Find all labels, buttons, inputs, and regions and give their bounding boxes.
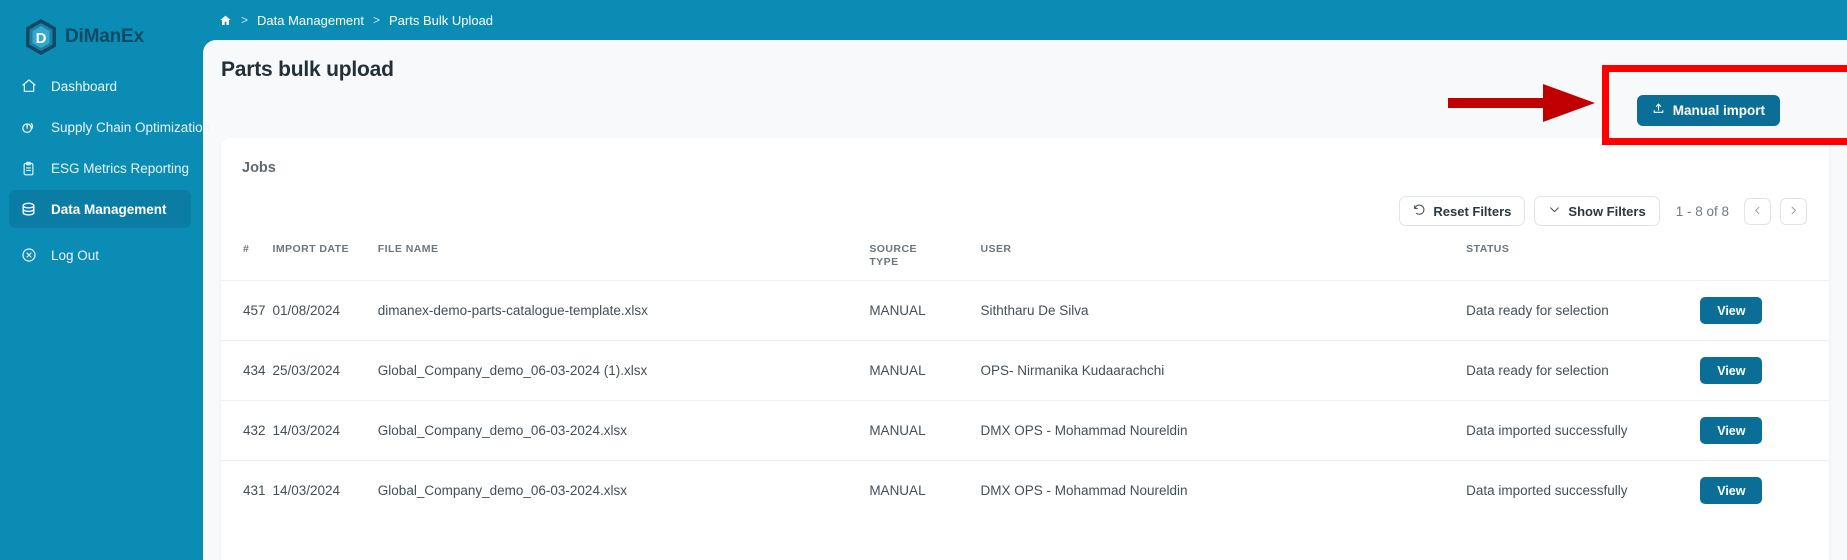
cell-number: 457 (221, 280, 273, 341)
cell-source-type: MANUAL (869, 460, 981, 520)
chevron-down-icon (1548, 203, 1561, 219)
jobs-table-head: # IMPORT DATE FILE NAME SOURCE TYPE USER … (221, 243, 1829, 281)
sidebar-item-label: Data Management (51, 201, 167, 217)
cell-source-type: MANUAL (869, 340, 981, 401)
view-button[interactable]: View (1700, 477, 1763, 504)
manual-import-label: Manual import (1672, 102, 1765, 118)
column-header-user: USER (980, 243, 1012, 255)
sidebar-item-dashboard[interactable]: Dashboard (0, 68, 200, 104)
chevron-right-icon (1788, 204, 1799, 219)
jobs-card: Jobs Reset Filters Show Filters 1 - 8 of… (221, 138, 1829, 560)
chevron-left-icon (1752, 204, 1763, 219)
column-header-import-date: IMPORT DATE (272, 243, 349, 255)
cell-source-type: MANUAL (869, 280, 981, 341)
cell-file-name: Global_Company_demo_06-03-2024.xlsx (377, 460, 870, 520)
table-row: 457 01/08/2024 dimanex-demo-parts-catalogu… (221, 280, 1829, 341)
main-area: > Data Management > Parts Bulk Upload Pa… (200, 0, 1847, 560)
column-header-file-name: FILE NAME (377, 243, 439, 255)
cell-import-date: 01/08/2024 (272, 280, 378, 341)
page-action-bar: Manual import (203, 82, 1847, 138)
column-header-status: STATUS (1466, 243, 1510, 255)
column-header-actions (1700, 243, 1829, 281)
cell-user: DMX OPS - Mohammad Noureldin (980, 460, 1467, 520)
jobs-table-body: 457 01/08/2024 dimanex-demo-parts-catalogu… (221, 280, 1829, 520)
page-title: Parts bulk upload (221, 58, 394, 81)
table-row: 431 14/03/2024 Global_Company_demo_06-03-2… (221, 460, 1829, 520)
reset-filters-button[interactable]: Reset Filters (1399, 196, 1526, 226)
breadcrumb-separator: > (372, 13, 380, 27)
breadcrumb: > Data Management > Parts Bulk Upload (200, 0, 1847, 40)
view-button[interactable]: View (1700, 417, 1763, 444)
sidebar-item-data-management[interactable]: Data Management (9, 190, 191, 228)
cell-number: 434 (221, 340, 273, 401)
home-icon (20, 78, 37, 95)
logout-circle-icon (20, 247, 37, 264)
pagination-next-button[interactable] (1780, 197, 1807, 225)
cell-number: 432 (221, 400, 273, 461)
page-surface: Parts bulk upload Manual import Jobs Res… (203, 40, 1847, 560)
cell-actions: View (1700, 400, 1829, 461)
cell-file-name: dimanex-demo-parts-catalogue-template.xl… (377, 280, 870, 341)
clipboard-icon (20, 160, 37, 177)
cell-actions: View (1700, 280, 1829, 341)
sidebar-item-log-out[interactable]: Log Out (0, 237, 200, 273)
view-button[interactable]: View (1700, 297, 1763, 324)
sidebar-item-label: Log Out (51, 247, 100, 263)
sidebar-item-label: Supply Chain Optimization (51, 119, 211, 135)
database-icon (20, 201, 37, 218)
table-header-row: # IMPORT DATE FILE NAME SOURCE TYPE USER … (221, 243, 1829, 281)
cell-number: 431 (221, 460, 273, 520)
cell-status: Data ready for selection (1466, 340, 1701, 401)
upload-icon (1652, 102, 1665, 118)
cell-import-date: 25/03/2024 (272, 340, 378, 401)
brand[interactable]: D DiManEx (0, 0, 200, 58)
sidebar-item-esg-metrics-reporting[interactable]: ESG Metrics Reporting (0, 150, 200, 186)
table-toolbar: Reset Filters Show Filters 1 - 8 of 8 (221, 176, 1829, 226)
jobs-table: # IMPORT DATE FILE NAME SOURCE TYPE USER … (221, 243, 1829, 520)
breadcrumb-separator: > (241, 13, 249, 27)
manual-import-button[interactable]: Manual import (1636, 94, 1780, 126)
reset-filters-label: Reset Filters (1433, 203, 1512, 219)
cell-import-date: 14/03/2024 (272, 400, 378, 461)
pagination-prev-button[interactable] (1744, 197, 1771, 225)
home-icon[interactable] (219, 14, 232, 27)
sidebar-item-supply-chain-optimization[interactable]: Supply Chain Optimization (0, 109, 210, 145)
cell-user: OPS- Nirmanika Kudaarachchi (980, 340, 1467, 401)
sidebar-item-label: Dashboard (51, 78, 118, 94)
cell-file-name: Global_Company_demo_06-03-2024 (1).xlsx (377, 340, 870, 401)
show-filters-label: Show Filters (1568, 203, 1646, 219)
cell-actions: View (1700, 460, 1829, 520)
svg-text:D: D (36, 30, 47, 47)
breadcrumb-item-parts-bulk-upload: Parts Bulk Upload (388, 12, 494, 28)
sidebar-nav: Dashboard Supply Chain Optimization ESG … (0, 68, 210, 273)
cell-user: Siththaru De Silva (980, 280, 1467, 341)
cell-status: Data imported successfully (1466, 400, 1701, 461)
table-row: 432 14/03/2024 Global_Company_demo_06-03-2… (221, 400, 1829, 461)
cell-import-date: 14/03/2024 (272, 460, 378, 520)
brand-name: DiManEx (65, 26, 144, 47)
app-root: D DiManEx Dashboard Supply Chain Optimiz… (0, 0, 1847, 560)
cell-status: Data imported successfully (1466, 460, 1701, 520)
cell-user: DMX OPS - Mohammad Noureldin (980, 400, 1467, 461)
breadcrumb-item-data-management[interactable]: Data Management (257, 13, 364, 28)
show-filters-button[interactable]: Show Filters (1534, 196, 1660, 226)
dimanex-hexagon-logo-icon: D (24, 18, 58, 56)
cell-status: Data ready for selection (1466, 280, 1701, 341)
sidebar: D DiManEx Dashboard Supply Chain Optimiz… (0, 0, 210, 560)
chart-pie-icon (20, 119, 37, 136)
cell-file-name: Global_Company_demo_06-03-2024.xlsx (377, 400, 870, 461)
cell-actions: View (1700, 340, 1829, 401)
refresh-ccw-icon (1413, 203, 1426, 219)
sidebar-item-label: ESG Metrics Reporting (51, 160, 190, 176)
cell-source-type: MANUAL (869, 400, 981, 461)
column-header-source-type: SOURCE TYPE (869, 243, 917, 268)
column-header-number: # (243, 243, 250, 255)
jobs-title: Jobs (242, 160, 276, 176)
pagination-range: 1 - 8 of 8 (1675, 203, 1729, 219)
table-row: 434 25/03/2024 Global_Company_demo_06-03-2… (221, 340, 1829, 401)
view-button[interactable]: View (1700, 357, 1763, 384)
